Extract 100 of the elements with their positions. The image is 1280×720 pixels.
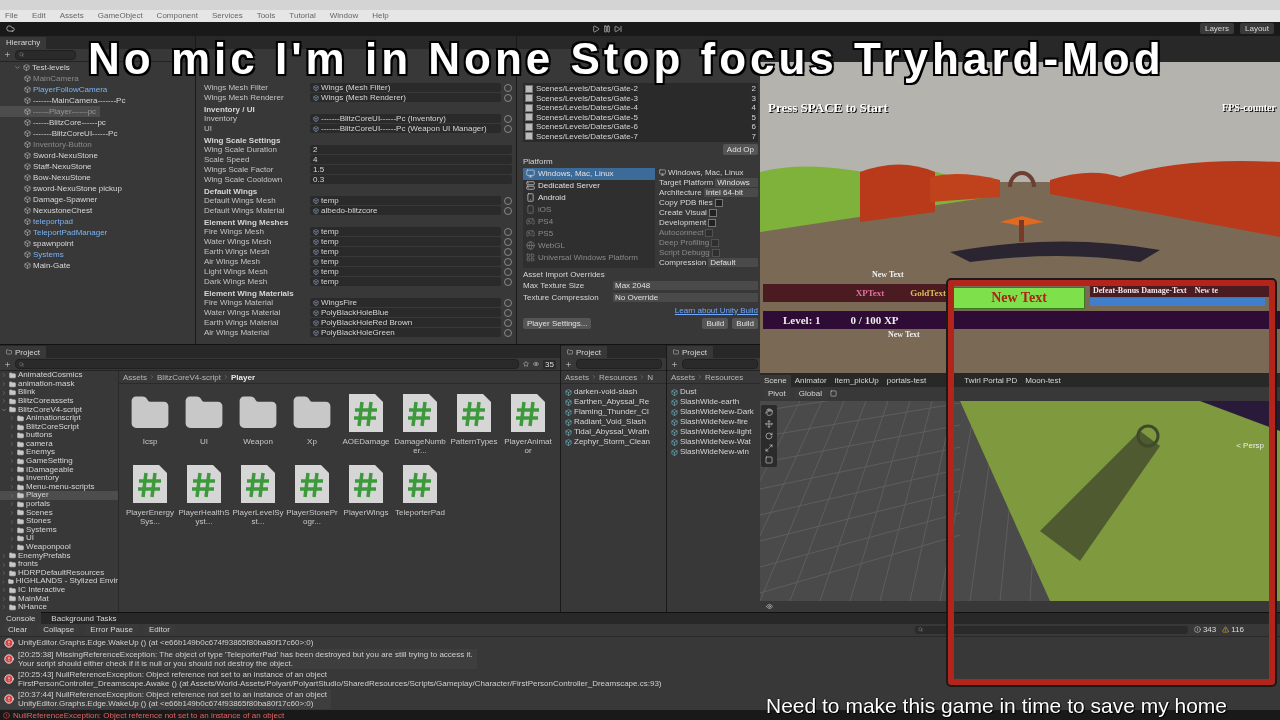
asset-item[interactable]: Zephyr_Storm_Clean [565, 437, 666, 448]
number-field[interactable]: 2 [310, 145, 512, 155]
dropdown-button[interactable]: Layers [1199, 23, 1234, 35]
menu-item[interactable]: Component [156, 11, 198, 21]
folder-tree-item[interactable]: NHance [0, 603, 118, 612]
dropdown[interactable]: Intel 64-bit [703, 188, 758, 198]
rect-icon[interactable] [765, 455, 773, 464]
add-icon[interactable] [4, 360, 11, 368]
object-field[interactable]: Wings (Mesh Filter) [310, 83, 501, 93]
checkbox[interactable] [714, 198, 723, 207]
script-file-icon[interactable] [455, 392, 493, 435]
object-field[interactable]: WingsFire [310, 298, 501, 308]
add-scenes-button[interactable]: Add Op [722, 143, 758, 155]
add-icon[interactable] [671, 360, 678, 368]
folder-tree-item[interactable]: portals [0, 500, 118, 509]
folder-tree-item[interactable]: Blink [0, 388, 118, 397]
platform-item[interactable]: Android [523, 191, 655, 204]
folder-tree-item[interactable]: HDRPDefaultResources [0, 568, 118, 578]
breadcrumb-item[interactable]: Resources [599, 372, 638, 382]
folder-tree-item[interactable]: Animationscript [0, 414, 118, 423]
asset-item[interactable]: Flaming_Thunder_Cl [565, 407, 666, 418]
search-field[interactable] [15, 49, 76, 60]
folder-tree-item[interactable]: buttons [0, 431, 118, 440]
favorite-icon[interactable] [523, 361, 530, 368]
asset-item[interactable]: Tidal_Abyssal_Wrath [565, 427, 666, 438]
scale-icon[interactable] [765, 443, 773, 452]
folder-tree-item[interactable]: Inventory [0, 474, 118, 483]
folder-tree-item[interactable]: GameSetting [0, 457, 118, 466]
checkbox[interactable] [708, 218, 717, 227]
script-file-icon[interactable] [347, 463, 385, 506]
folder-tree-item[interactable]: fronts [0, 560, 118, 569]
menu-item[interactable]: Window [329, 11, 359, 21]
menu-item[interactable]: Help [372, 11, 389, 21]
learn-link[interactable]: Learn about Unity Build [674, 305, 758, 315]
number-field[interactable]: 0.3 [310, 175, 512, 185]
folder-tree-item[interactable]: BlitzCoreScript [0, 422, 118, 432]
asset-item[interactable]: Earthen_Abyssal_Re [565, 397, 666, 408]
folder-tree-item[interactable]: Stones [0, 517, 118, 526]
platform-item[interactable]: Dedicated Server [523, 179, 655, 192]
search-field[interactable] [914, 625, 1188, 634]
folder-tree-item[interactable]: Menu-menu-scripts [0, 482, 118, 492]
panel-tab[interactable]: Project [667, 346, 713, 359]
menu-item[interactable]: GameObject [97, 11, 143, 21]
search-field[interactable] [682, 359, 758, 370]
breadcrumb-item[interactable]: Assets [123, 372, 147, 382]
script-file-icon[interactable] [185, 463, 223, 506]
add-icon[interactable] [565, 360, 572, 368]
hand-icon[interactable] [765, 407, 773, 416]
asset-item[interactable]: Dust [671, 387, 762, 398]
asset-item[interactable]: SlashWideNew-Wat [671, 437, 762, 448]
checkbox[interactable] [525, 113, 533, 121]
hierarchy-item[interactable]: Systems [0, 248, 68, 260]
hierarchy-item[interactable]: Damage-Spawner [0, 193, 102, 205]
hierarchy-item[interactable]: ------BlitzCore------pc [0, 116, 110, 128]
hierarchy-item[interactable]: Staff-NexuStone [0, 160, 96, 172]
rotate-icon[interactable] [765, 431, 773, 440]
log-entry[interactable] [0, 648, 477, 669]
folder-tree-item[interactable]: MainMat [0, 594, 118, 604]
hierarchy-item[interactable]: NexustoneChest [0, 204, 97, 216]
folder-tree-item[interactable]: Weaponpool [0, 543, 118, 552]
play-icon[interactable] [592, 24, 601, 33]
view-tab[interactable]: Animator [790, 374, 831, 387]
cloud-icon[interactable] [6, 24, 15, 34]
script-file-icon[interactable] [401, 392, 439, 435]
menu-item[interactable]: File [5, 11, 18, 21]
object-field[interactable]: PolyBlackHoleGreen [310, 328, 501, 338]
asset-item[interactable]: SlashWide-earth [671, 397, 762, 408]
object-field[interactable]: temp [310, 227, 501, 237]
checkbox[interactable] [525, 132, 533, 140]
folder-tree-item[interactable]: Player [0, 491, 118, 501]
player-settings-button[interactable]: Player Settings... [523, 317, 592, 329]
log-entry[interactable]: [20:37:44] NullReferenceException: Object reference not set to an instance of an object UnityEditor.Graphs.Edge.WakeUp () (at <e66b149b0c674f93865f80ba80f17c60>:0) [0, 688, 332, 709]
folder-tree-item[interactable]: BlitzCoreassets [0, 396, 118, 406]
breadcrumb-item[interactable]: Assets [565, 372, 589, 382]
object-field[interactable]: albedo-blitzcore [310, 206, 501, 216]
panel-tab[interactable]: Project [561, 346, 607, 359]
panel-tab[interactable]: Console [0, 612, 42, 625]
build-button[interactable]: Build [732, 317, 758, 329]
menu-item[interactable]: Tutorial [289, 11, 316, 21]
object-field[interactable]: Wings (Mesh Renderer) [310, 93, 501, 103]
breadcrumb-item[interactable]: BlitzCoreV4-script [157, 372, 222, 382]
folder-tree-item[interactable]: UI [0, 534, 118, 543]
object-field[interactable]: temp [310, 277, 501, 287]
checkbox[interactable] [525, 122, 533, 131]
hierarchy-item[interactable]: Test-levels [0, 61, 74, 73]
number-field[interactable]: 4 [310, 155, 512, 165]
folder-tree-item[interactable]: IC Interactive [0, 586, 118, 595]
object-field[interactable]: -------BlitzCoreUI------Pc (Weapon UI Manager) [310, 124, 501, 134]
asset-item[interactable]: SlashWideNew-fire [671, 417, 762, 428]
menu-item[interactable]: Services [211, 11, 243, 21]
panel-tab[interactable]: Hierarchy [0, 36, 47, 49]
menu-item[interactable]: Assets [59, 11, 84, 21]
asset-item[interactable]: SlashWideNew-win [671, 447, 762, 458]
object-field[interactable]: temp [310, 247, 501, 257]
dropdown[interactable]: Default [708, 258, 758, 268]
hierarchy-item[interactable]: Main-Gate [0, 259, 75, 271]
folder-tree-item[interactable]: EnemyPrefabs [0, 551, 118, 561]
breadcrumb-item[interactable]: Assets [671, 372, 695, 382]
hierarchy-item[interactable]: -------BlitzCoreUI------Pc [0, 127, 122, 139]
hierarchy-item[interactable]: Sword-NexuStone [0, 149, 102, 161]
